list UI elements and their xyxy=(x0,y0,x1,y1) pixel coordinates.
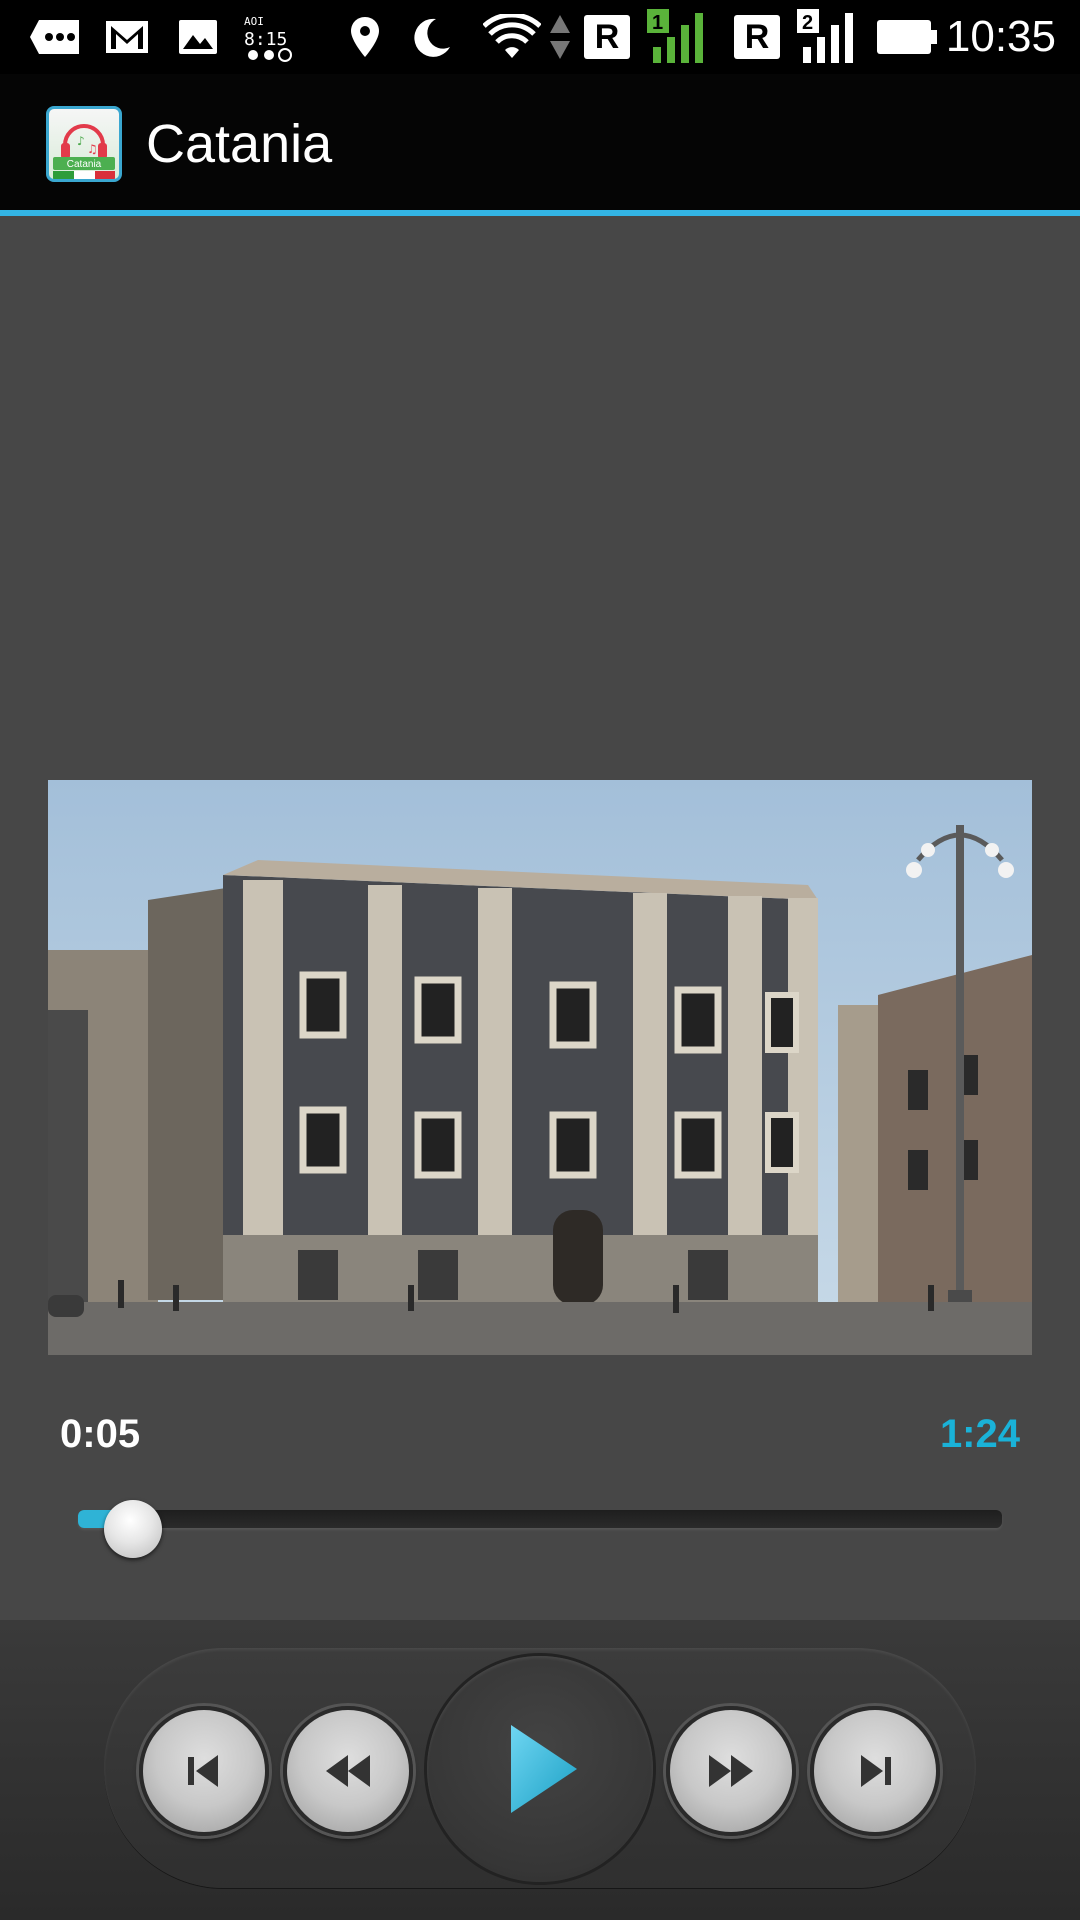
roaming-r-icon: R xyxy=(582,0,632,74)
clock-widget-icon: AOI 8:15 xyxy=(240,0,298,74)
gmail-icon xyxy=(104,0,150,74)
do-not-disturb-moon-icon xyxy=(410,0,454,74)
seek-bar[interactable] xyxy=(78,1510,1002,1528)
battery-icon xyxy=(876,0,938,74)
media-photo xyxy=(48,780,1032,1355)
app-bar: ♪ ♫ Catania Catania xyxy=(0,74,1080,210)
skip-next-button[interactable] xyxy=(810,1706,940,1836)
svg-text:1: 1 xyxy=(652,12,663,34)
wifi-icon xyxy=(482,0,542,74)
signal-sim2-icon: 2 xyxy=(796,0,858,74)
total-time: 1:24 xyxy=(939,1412,1020,1456)
image-icon xyxy=(176,0,220,74)
status-time: 10:35 xyxy=(945,12,1056,61)
screen: AOI 8:15 R 1 R 2 10:35 ♪ ♫ Catania Catan… xyxy=(0,0,1080,1920)
rewind-button[interactable] xyxy=(283,1706,413,1836)
more-notifications-icon xyxy=(28,0,82,74)
play-icon xyxy=(511,1725,577,1813)
app-bar-divider xyxy=(0,210,1080,216)
skip-next-icon xyxy=(861,1755,891,1787)
roaming-r-icon: R xyxy=(732,0,782,74)
svg-text:♫: ♫ xyxy=(87,142,98,156)
status-bar: AOI 8:15 R 1 R 2 10:35 xyxy=(0,0,1080,74)
svg-text:♪: ♪ xyxy=(77,134,85,148)
skip-previous-button[interactable] xyxy=(139,1706,269,1836)
skip-previous-icon xyxy=(188,1755,218,1787)
seek-thumb[interactable] xyxy=(104,1500,163,1558)
location-icon xyxy=(348,0,382,74)
current-time: 0:05 xyxy=(60,1412,141,1456)
svg-text:2: 2 xyxy=(802,12,813,34)
svg-text:8:15: 8:15 xyxy=(244,29,287,50)
fast-forward-icon xyxy=(709,1755,753,1787)
signal-sim1-icon: 1 xyxy=(646,0,708,74)
app-title: Catania xyxy=(146,114,333,174)
data-arrows-icon xyxy=(548,0,572,74)
play-button[interactable] xyxy=(427,1656,653,1882)
app-logo-label: Catania xyxy=(67,159,102,170)
fast-forward-button[interactable] xyxy=(666,1706,796,1836)
svg-text:AOI: AOI xyxy=(244,15,264,28)
app-logo-icon[interactable]: ♪ ♫ Catania xyxy=(46,106,122,182)
rewind-icon xyxy=(326,1755,370,1787)
